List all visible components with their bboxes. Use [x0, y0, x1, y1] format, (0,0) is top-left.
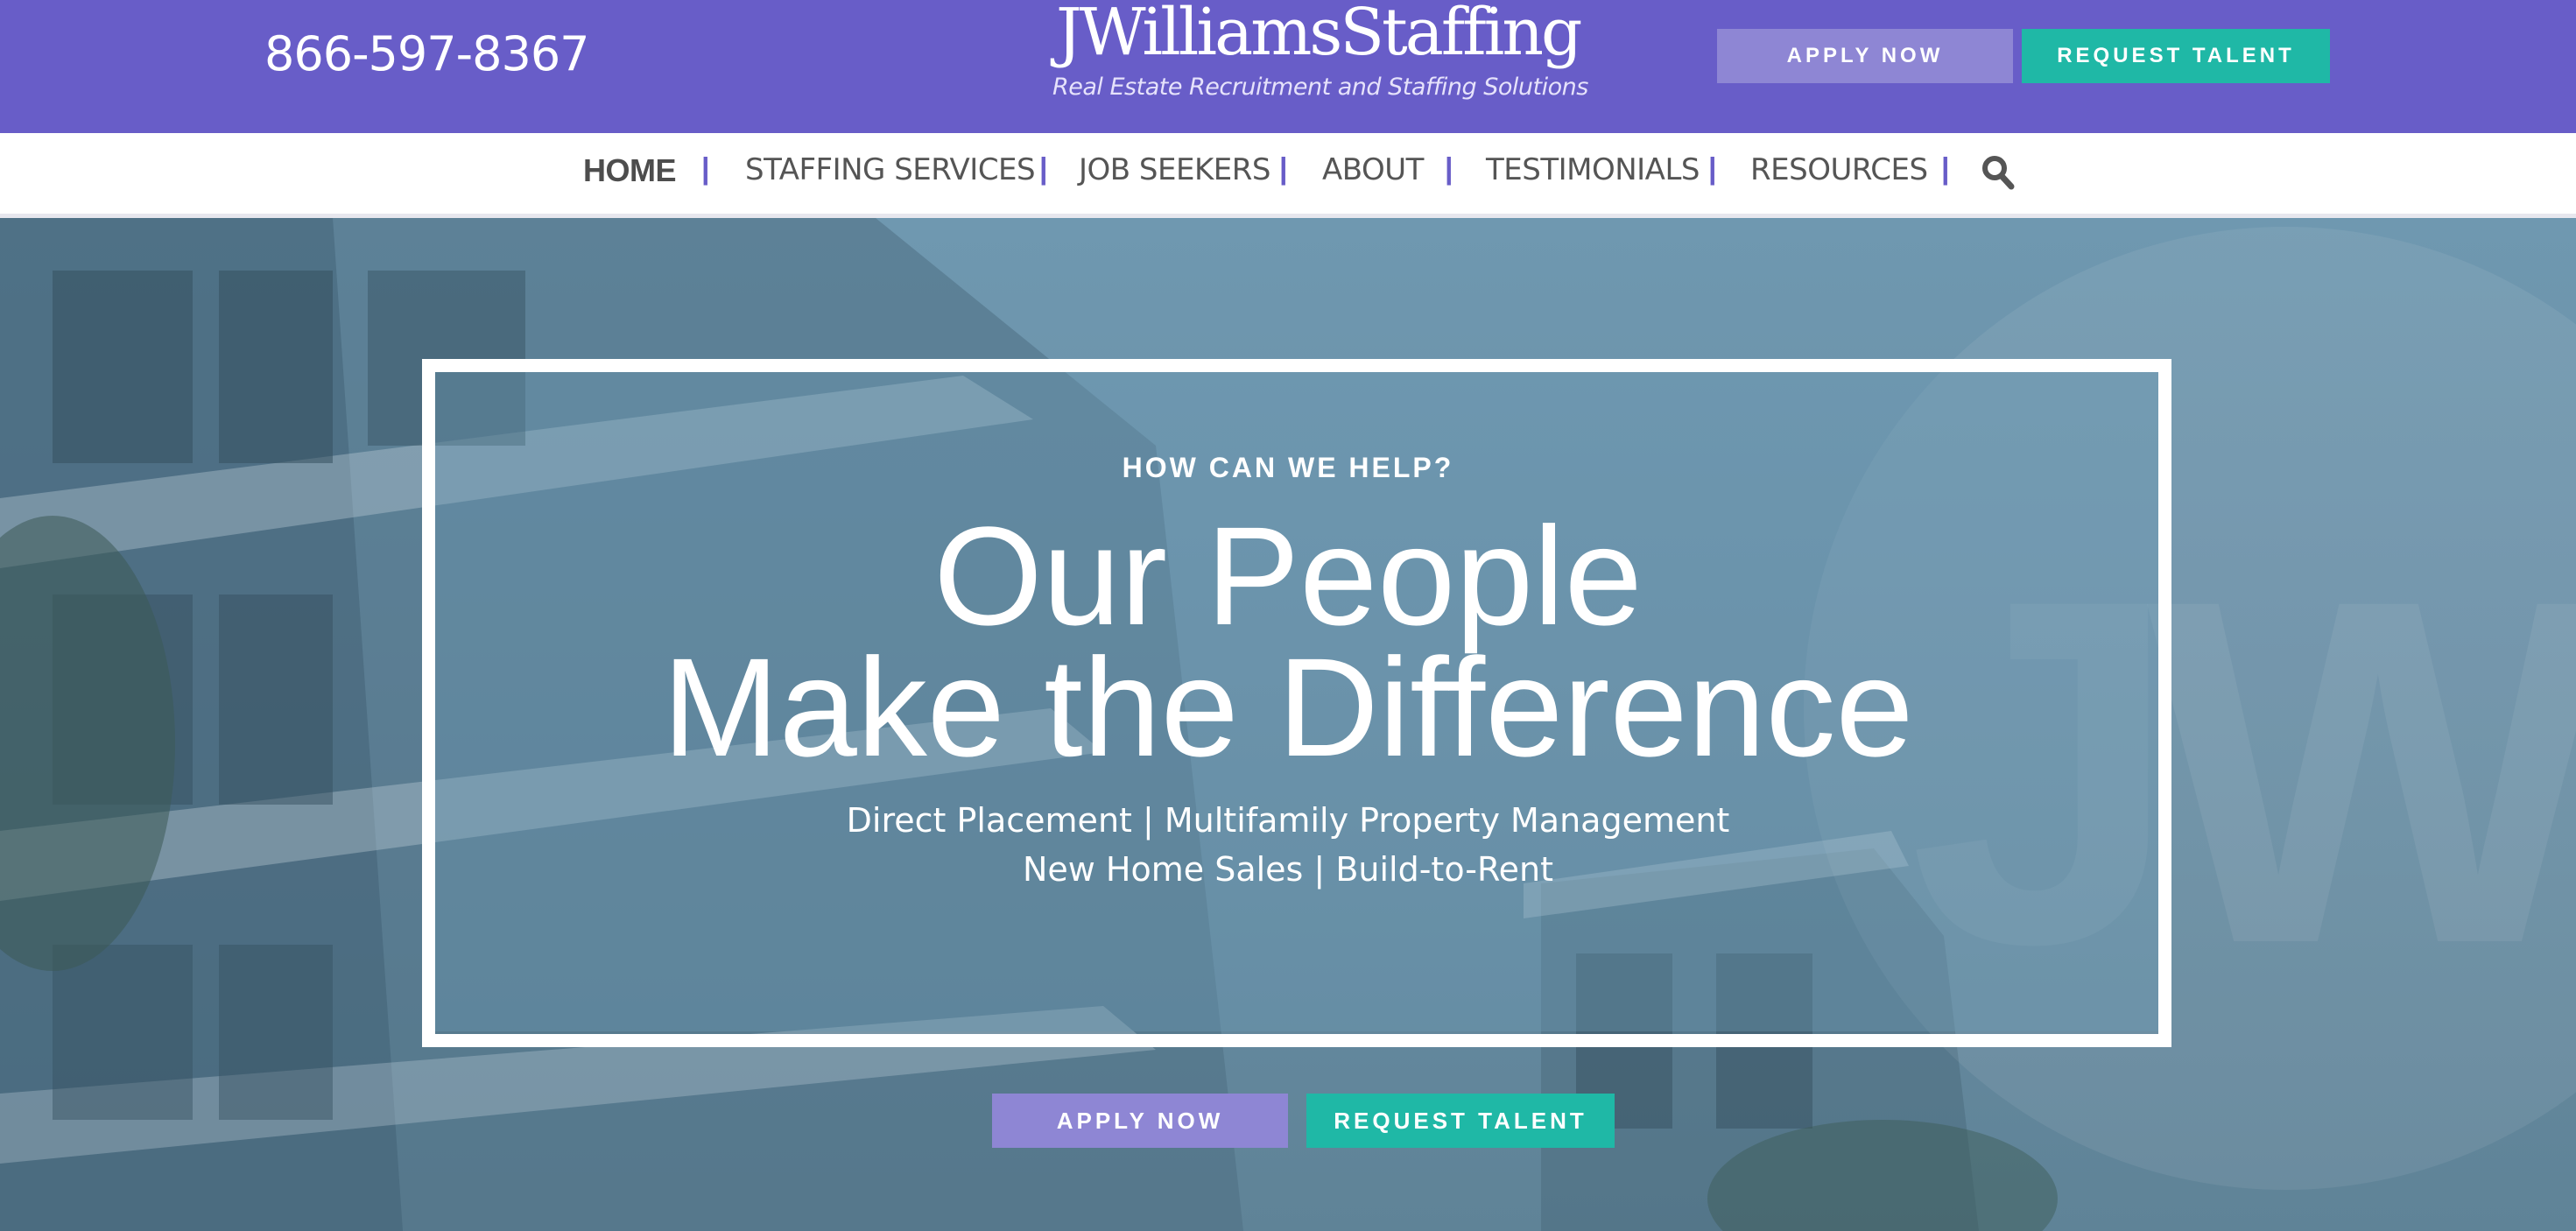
search-icon[interactable] [1981, 154, 2016, 191]
hero-headline-line1: Our People [933, 497, 1643, 654]
nav-item-home[interactable]: HOME [583, 152, 677, 189]
logo-tagline: Real Estate Recruitment and Staffing Sol… [1052, 74, 1588, 101]
top-bar: 866-597-8367 JWilliamsStaffing Real Esta… [0, 0, 2576, 133]
hero-subtitle-line1: Direct Placement | Multifamily Property … [846, 801, 1730, 840]
request-talent-button[interactable]: REQUEST TALENT [2022, 29, 2330, 83]
main-nav: HOME | STAFFING SERVICES | JOB SEEKERS |… [0, 133, 2576, 218]
nav-separator: | [1039, 152, 1048, 186]
nav-separator: | [1279, 152, 1288, 186]
phone-number[interactable]: 866-597-8367 [264, 26, 590, 81]
logo[interactable]: JWilliamsStaffing Real Estate Recruitmen… [1051, 0, 1588, 114]
nav-separator: | [1941, 152, 1950, 186]
hero-apply-now-button[interactable]: APPLY NOW [992, 1094, 1288, 1148]
nav-item-testimonials[interactable]: TESTIMONIALS [1486, 152, 1700, 187]
hero-headline-line2: Make the Difference [662, 629, 1914, 785]
nav-item-about[interactable]: ABOUT [1322, 152, 1424, 187]
nav-item-staffing-services[interactable]: STAFFING SERVICES [745, 152, 1036, 187]
apply-now-button[interactable]: APPLY NOW [1717, 29, 2013, 83]
nav-separator: | [701, 152, 710, 186]
nav-separator: | [1445, 152, 1453, 186]
nav-item-job-seekers[interactable]: JOB SEEKERS [1079, 152, 1270, 187]
hero-request-talent-button[interactable]: REQUEST TALENT [1306, 1094, 1615, 1148]
nav-separator: | [1708, 152, 1717, 186]
hero-eyebrow: HOW CAN WE HELP? [1122, 452, 1454, 483]
logo-name: JWilliamsStaffing [1056, 0, 1582, 70]
hero-subtitle-line2: New Home Sales | Build-to-Rent [1022, 850, 1554, 889]
nav-item-resources[interactable]: RESOURCES [1750, 152, 1928, 187]
